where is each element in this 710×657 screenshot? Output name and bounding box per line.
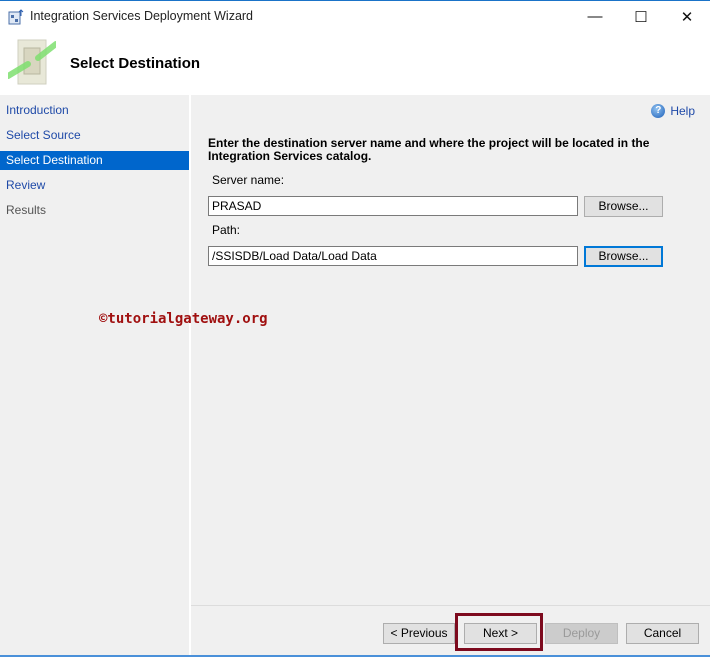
wizard-header: Select Destination: [0, 32, 710, 95]
minimize-button[interactable]: —: [572, 1, 618, 32]
cancel-button[interactable]: Cancel: [626, 623, 699, 644]
step-review[interactable]: Review: [0, 176, 189, 195]
deployment-icon: [8, 39, 56, 85]
server-name-label: Server name:: [212, 173, 285, 187]
instruction-text: Enter the destination server name and wh…: [208, 136, 650, 163]
help-label: Help: [670, 104, 695, 118]
server-name-input[interactable]: [208, 196, 578, 216]
help-icon: ?: [651, 104, 666, 118]
app-icon: [8, 9, 24, 25]
step-results: Results: [6, 203, 47, 217]
close-button[interactable]: ✕: [664, 1, 710, 32]
path-input[interactable]: [208, 246, 578, 266]
title-bar: Integration Services Deployment Wizard —…: [0, 0, 710, 32]
wizard-steps: Introduction Select Source Select Destin…: [0, 95, 189, 655]
help-link[interactable]: ? Help: [651, 104, 695, 118]
window-title: Integration Services Deployment Wizard: [30, 9, 254, 23]
step-select-source[interactable]: Select Source: [0, 126, 189, 145]
step-select-destination[interactable]: Select Destination: [0, 151, 189, 170]
deploy-button: Deploy: [545, 623, 618, 644]
maximize-button[interactable]: ☐: [618, 1, 664, 32]
watermark: ©tutorialgateway.org: [99, 311, 268, 327]
previous-button[interactable]: < Previous: [383, 623, 455, 644]
main-panel: ? Help Enter the destination server name…: [99, 95, 710, 655]
footer-divider: [191, 605, 710, 606]
step-introduction[interactable]: Introduction: [0, 101, 189, 120]
path-browse-button[interactable]: Browse...: [584, 246, 663, 267]
path-label: Path:: [212, 223, 241, 237]
server-browse-button[interactable]: Browse...: [584, 196, 663, 217]
next-highlight-box: [455, 613, 543, 651]
page-title: Select Destination: [70, 55, 201, 72]
